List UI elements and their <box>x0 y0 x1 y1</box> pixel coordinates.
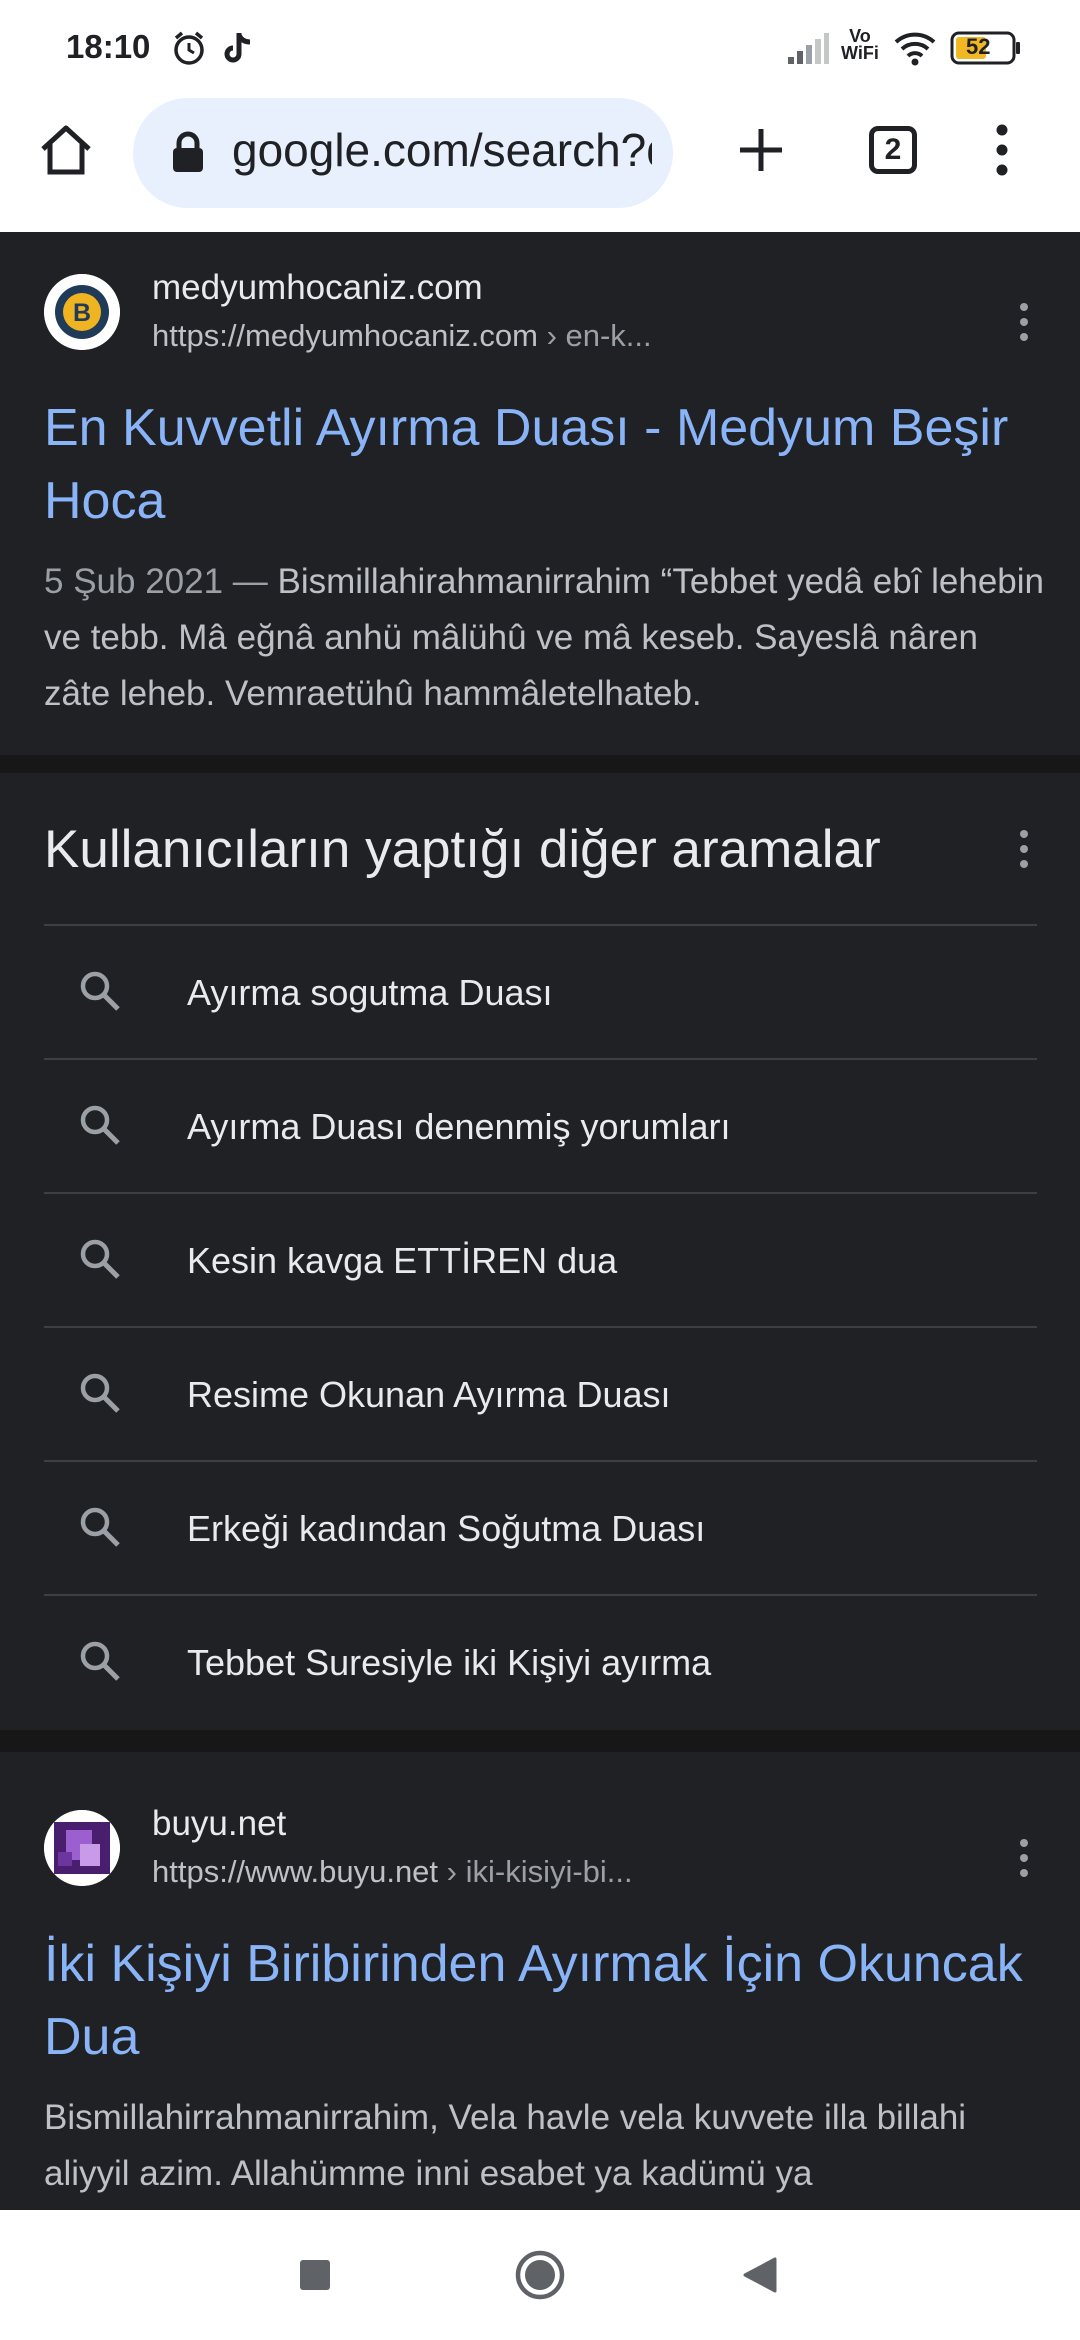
site-url: https://www.buyu.net › iki-kisiyi-bi... <box>152 1854 633 1889</box>
related-search-label: Kesin kavga ETTİREN dua <box>187 1240 618 1281</box>
circle-icon <box>515 2250 565 2300</box>
site-favicon[interactable]: B <box>44 274 120 350</box>
result-snippet: Bismillahirrahmanirrahim, Vela havle vel… <box>44 2098 967 2193</box>
related-search-item[interactable]: Erkeği kadından Soğutma Duası <box>44 1460 1037 1594</box>
back-button[interactable] <box>720 2240 800 2310</box>
search-icon <box>78 969 122 1018</box>
tab-count: 2 <box>869 126 917 174</box>
result-title-link[interactable]: En Kuvvetli Ayırma Duası - Medyum Beşir … <box>44 392 1034 538</box>
browser-menu-button[interactable] <box>952 100 1052 200</box>
related-options-button[interactable] <box>1004 819 1044 879</box>
tiktok-icon <box>222 30 254 71</box>
section-divider <box>0 755 1080 773</box>
alarm-icon <box>171 30 207 71</box>
site-url: https://medyumhocaniz.com › en-k... <box>152 318 652 353</box>
related-search-item[interactable]: Ayırma sogutma Duası <box>44 924 1037 1058</box>
related-search-label: Ayırma Duası denenmiş yorumları <box>187 1106 731 1147</box>
section-divider <box>0 1730 1080 1752</box>
browser-toolbar: google.com/search?q 2 <box>0 92 1080 232</box>
related-search-item[interactable]: Resime Okunan Ayırma Duası <box>44 1326 1037 1460</box>
result-options-button[interactable] <box>1004 1828 1044 1888</box>
related-search-label: Erkeği kadından Soğutma Duası <box>187 1508 706 1549</box>
related-searches-heading: Kullanıcıların yaptığı diğer aramalar <box>44 820 881 879</box>
related-search-label: Resime Okunan Ayırma Duası <box>187 1374 671 1415</box>
search-icon <box>78 1505 122 1554</box>
site-favicon[interactable] <box>44 1810 120 1886</box>
home-icon <box>41 125 91 175</box>
back-triangle-icon <box>743 2257 777 2293</box>
wifi-icon <box>893 30 937 71</box>
site-logo-icon <box>44 1810 120 1886</box>
more-vertical-icon <box>996 124 1008 176</box>
lock-icon <box>171 131 205 178</box>
site-name: buyu.net <box>152 1804 287 1843</box>
address-bar[interactable]: google.com/search?q <box>133 98 673 208</box>
related-search-label: Ayırma sogutma Duası <box>187 972 553 1013</box>
plus-icon <box>740 129 782 171</box>
related-search-label: Tebbet Suresiyle iki Kişiyi ayırma <box>187 1642 712 1683</box>
related-search-item[interactable]: Tebbet Suresiyle iki Kişiyi ayırma <box>44 1594 1037 1728</box>
site-logo-icon: B <box>44 274 120 350</box>
status-bar: 18:10 Vo WiFi 52 <box>0 0 1080 92</box>
battery-level: 52 <box>966 34 991 59</box>
tab-switcher-button[interactable]: 2 <box>843 100 943 200</box>
search-icon <box>78 1103 122 1152</box>
related-search-item[interactable]: Ayırma Duası denenmiş yorumları <box>44 1058 1037 1192</box>
search-result: buyu.net https://www.buyu.net › iki-kisi… <box>0 1752 1080 2210</box>
home-button[interactable] <box>16 100 116 200</box>
url-text: google.com/search?q <box>232 124 652 176</box>
related-search-item[interactable]: Kesin kavga ETTİREN dua <box>44 1192 1037 1326</box>
search-result: B medyumhocaniz.com https://medyumhocani… <box>0 232 1080 755</box>
result-title-link[interactable]: İki Kişiyi Biribirinden Ayırmak İçin Oku… <box>44 1928 1034 2074</box>
svg-text:B: B <box>73 299 91 327</box>
search-icon <box>78 1371 122 1420</box>
signal-icon <box>787 33 829 70</box>
home-nav-button[interactable] <box>500 2240 580 2310</box>
system-navigation-bar <box>0 2210 1080 2340</box>
recents-button[interactable] <box>275 2240 355 2310</box>
search-icon <box>78 1237 122 1286</box>
site-name: medyumhocaniz.com <box>152 268 483 307</box>
square-icon <box>300 2260 330 2290</box>
result-snippet: 5 Şub 2021 — Bismillahirahmanirrahim “Te… <box>44 562 1045 713</box>
status-time: 18:10 <box>66 28 151 65</box>
search-icon <box>78 1639 122 1688</box>
result-options-button[interactable] <box>1004 292 1044 352</box>
related-searches-list: Ayırma sogutma Duası Ayırma Duası denenm… <box>44 924 1037 1728</box>
vowifi-label: Vo WiFi <box>841 26 879 63</box>
new-tab-button[interactable] <box>711 100 811 200</box>
